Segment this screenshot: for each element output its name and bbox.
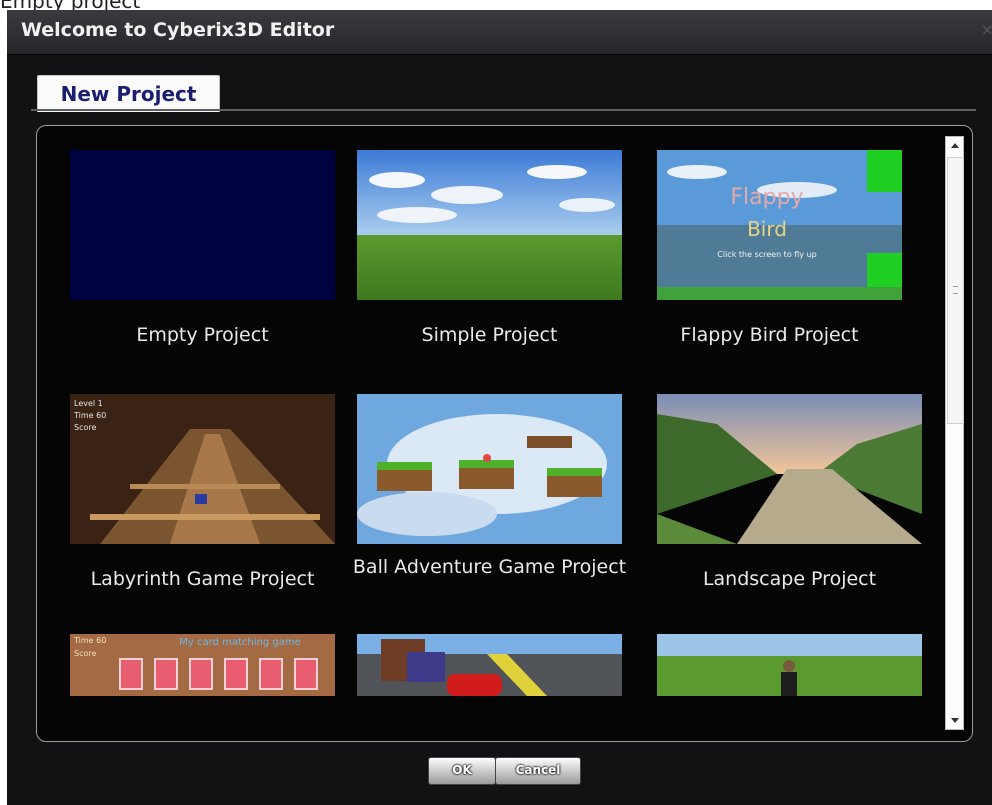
flappy-bird-thumbnail: Flappy Bird Click the screen to fly up <box>657 150 902 300</box>
project-label: Simple Project <box>421 324 558 346</box>
scroll-down-button[interactable] <box>946 712 963 729</box>
card-game-title: My card matching game <box>179 637 300 648</box>
labyrinth-score-text: Score <box>74 423 96 432</box>
flappy-hint-text: Click the screen to fly up <box>717 250 816 259</box>
dialog-title: Welcome to Cyberix3D Editor <box>21 19 335 41</box>
car-racing-thumbnail <box>357 634 622 696</box>
project-label: Labyrinth Game Project <box>90 568 315 590</box>
tab-label: New Project <box>60 82 197 106</box>
project-grid-scrollbar[interactable] <box>945 136 964 730</box>
empty-project-thumbnail <box>70 150 335 300</box>
character-thumbnail <box>657 634 922 696</box>
labyrinth-thumbnail: Level 1 Time 60 Score <box>70 394 335 544</box>
scroll-up-button[interactable] <box>946 137 963 154</box>
arrow-up-icon <box>951 143 959 148</box>
landscape-thumbnail <box>657 394 922 544</box>
scrollbar-thumb[interactable] <box>947 157 964 424</box>
arrow-down-icon <box>951 718 959 723</box>
project-label: Landscape Project <box>702 568 877 590</box>
welcome-dialog: Welcome to Cyberix3D Editor × New Projec… <box>7 10 992 805</box>
flappy-subtitle-text: Bird <box>747 217 787 241</box>
project-label: Ball Adventure Game Project <box>352 556 627 578</box>
project-label: Flappy Bird Project <box>680 324 859 346</box>
flappy-title-text: Flappy <box>730 185 803 210</box>
ok-button[interactable]: OK <box>428 757 496 785</box>
project-grid-panel: Empty Project Simple Project Flappy Bird… <box>36 125 973 742</box>
labyrinth-time-text: Time 60 <box>73 411 106 420</box>
card-matching-thumbnail: Time 60 Score My card matching game <box>70 634 335 696</box>
ball-adventure-thumbnail <box>357 394 622 544</box>
card-score-text: Score <box>74 649 96 658</box>
dialog-titlebar: Welcome to Cyberix3D Editor × <box>7 10 992 55</box>
tab-divider <box>31 109 976 111</box>
cancel-button[interactable]: Cancel <box>495 757 581 785</box>
close-icon[interactable]: × <box>981 20 992 39</box>
tab-new-project[interactable]: New Project <box>37 75 220 112</box>
project-label: Empty Project <box>136 324 269 346</box>
card-time-text: Time 60 <box>73 636 106 645</box>
simple-project-thumbnail <box>357 150 622 300</box>
grip-icon <box>953 286 958 294</box>
labyrinth-level-text: Level 1 <box>74 399 103 408</box>
